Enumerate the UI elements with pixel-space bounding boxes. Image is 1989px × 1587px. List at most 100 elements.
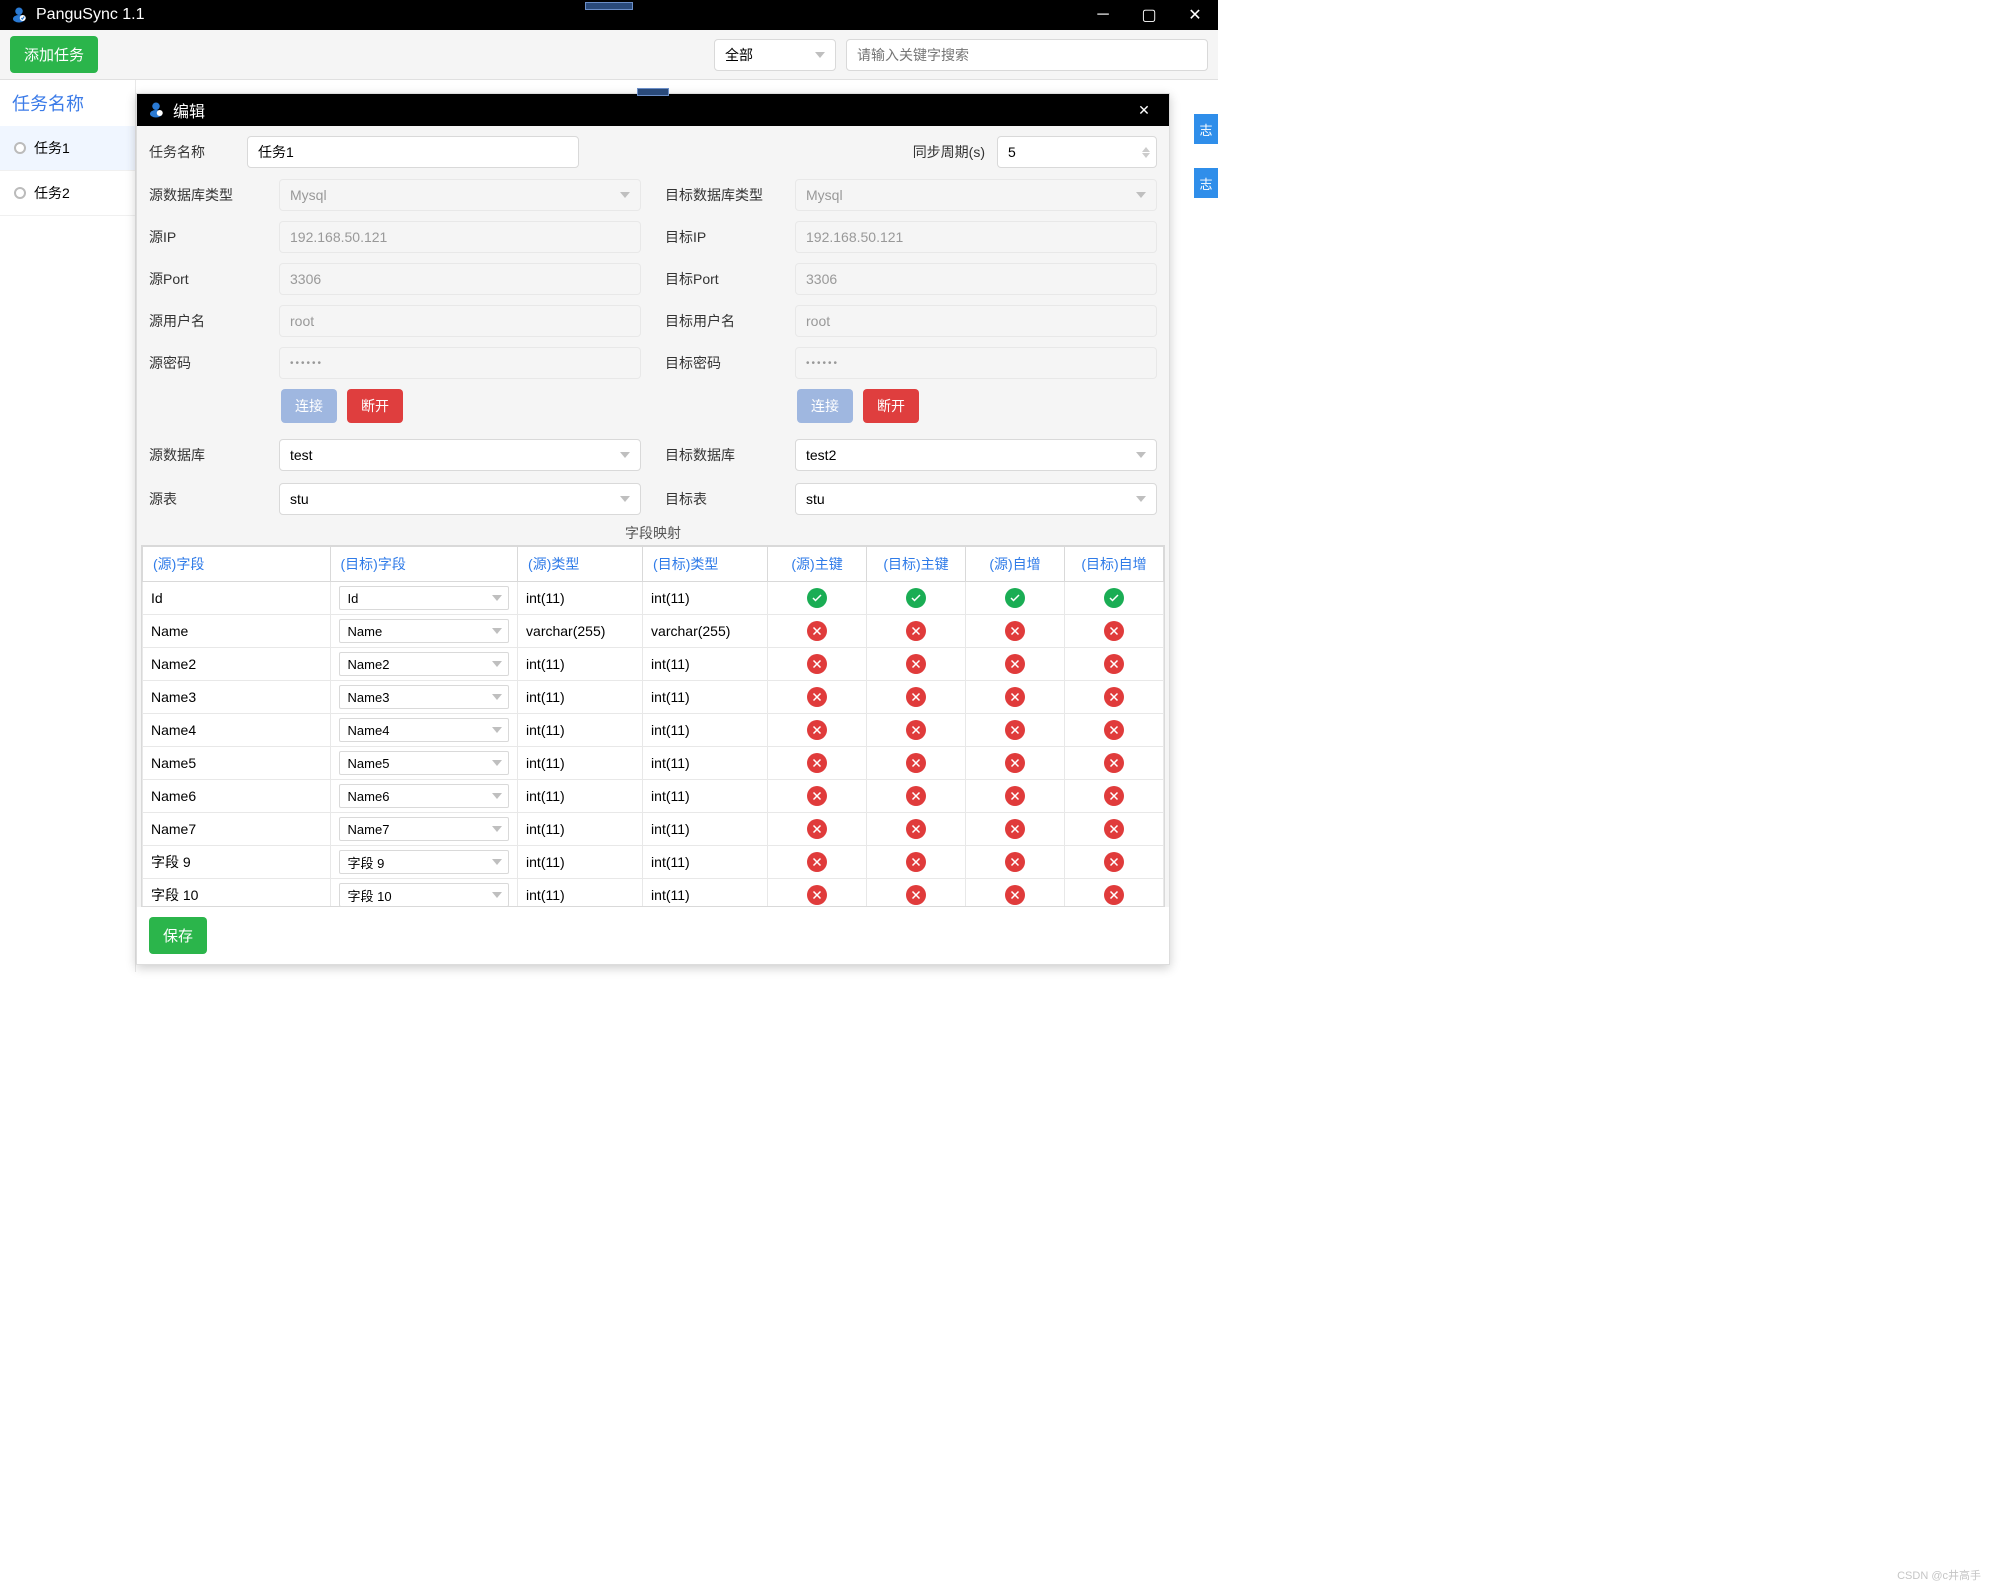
src-dbtype-label: 源数据库类型 — [149, 185, 267, 205]
search-input[interactable] — [846, 39, 1208, 71]
tgt-ai-cell — [1064, 813, 1163, 846]
tgt-dbtype-select[interactable]: Mysql — [795, 179, 1157, 211]
tgt-field-select[interactable]: Name — [339, 619, 510, 643]
tgt-field-select[interactable]: Name5 — [339, 751, 510, 775]
src-table-label: 源表 — [149, 489, 267, 509]
tgt-ai-cell — [1064, 747, 1163, 780]
src-dbtype-select[interactable]: Mysql — [279, 179, 641, 211]
filter-select[interactable]: 全部 — [714, 39, 836, 71]
src-ai-cell — [966, 813, 1065, 846]
close-icon[interactable]: ✕ — [1129, 102, 1159, 119]
edit-dialog: 编辑 ✕ 任务名称 同步周期(s) 5 源数据库类型Mysql 源IP192.1… — [136, 93, 1170, 965]
cross-icon — [1104, 621, 1124, 641]
tgt-table-label: 目标表 — [665, 489, 783, 509]
src-ip-input[interactable]: 192.168.50.121 — [279, 221, 641, 253]
tgt-field-select[interactable]: 字段 9 — [339, 850, 510, 874]
tgt-type-cell: int(11) — [643, 747, 768, 780]
tgt-field-select[interactable]: Name7 — [339, 817, 510, 841]
cross-icon — [1005, 621, 1025, 641]
cross-icon — [807, 819, 827, 839]
cross-icon — [807, 852, 827, 872]
src-disconnect-button[interactable]: 断开 — [347, 389, 403, 423]
mapping-section-title: 字段映射 — [137, 521, 1169, 545]
check-icon — [1005, 588, 1025, 608]
src-field-cell: Name6 — [143, 780, 331, 813]
task-status-icon — [14, 187, 26, 199]
cross-icon — [1005, 753, 1025, 773]
task-name-input[interactable] — [247, 136, 579, 168]
src-db-select[interactable]: test — [279, 439, 641, 471]
src-table-select[interactable]: stu — [279, 483, 641, 515]
src-port-label: 源Port — [149, 269, 267, 289]
src-port-input[interactable]: 3306 — [279, 263, 641, 295]
cross-icon — [906, 621, 926, 641]
log-button[interactable]: 志 — [1194, 114, 1218, 144]
src-connect-button[interactable]: 连接 — [281, 389, 337, 423]
src-type-cell: int(11) — [518, 681, 643, 714]
save-button[interactable]: 保存 — [149, 917, 207, 954]
tgt-field-select[interactable]: Name2 — [339, 652, 510, 676]
cross-icon — [906, 720, 926, 740]
tgt-table-select[interactable]: stu — [795, 483, 1157, 515]
spinner-up-icon[interactable] — [1142, 147, 1150, 152]
task-item[interactable]: 任务2 — [0, 171, 135, 216]
tgt-pwd-input[interactable] — [795, 347, 1157, 379]
src-ai-cell — [966, 681, 1065, 714]
src-db-label: 源数据库 — [149, 445, 267, 465]
tgt-pk-cell — [867, 681, 966, 714]
minimize-button[interactable]: ─ — [1080, 0, 1126, 30]
check-icon — [807, 588, 827, 608]
sync-period-input[interactable]: 5 — [997, 136, 1157, 168]
cross-icon — [807, 753, 827, 773]
sidebar: 任务名称 任务1任务2 — [0, 80, 136, 972]
tgt-db-select[interactable]: test2 — [795, 439, 1157, 471]
tgt-port-input[interactable]: 3306 — [795, 263, 1157, 295]
tgt-port-label: 目标Port — [665, 269, 783, 289]
task-label: 任务2 — [34, 183, 70, 203]
cross-icon — [1104, 786, 1124, 806]
sync-period-label: 同步周期(s) — [913, 142, 985, 162]
tgt-ip-input[interactable]: 192.168.50.121 — [795, 221, 1157, 253]
check-icon — [1104, 588, 1124, 608]
tgt-user-input[interactable]: root — [795, 305, 1157, 337]
maximize-button[interactable]: ▢ — [1126, 0, 1172, 30]
table-row: Name7 Name7 int(11) int(11) — [143, 813, 1164, 846]
cross-icon — [906, 654, 926, 674]
cross-icon — [807, 885, 827, 905]
tgt-field-select[interactable]: Name3 — [339, 685, 510, 709]
add-task-button[interactable]: 添加任务 — [10, 36, 98, 73]
tgt-pk-cell — [867, 780, 966, 813]
table-row: 字段 10 字段 10 int(11) int(11) — [143, 879, 1164, 908]
tgt-field-select[interactable]: Id — [339, 586, 510, 610]
tgt-field-select[interactable]: 字段 10 — [339, 883, 510, 907]
src-ai-cell — [966, 846, 1065, 879]
close-button[interactable]: ✕ — [1172, 0, 1218, 30]
spinner-down-icon[interactable] — [1142, 153, 1150, 158]
src-pwd-label: 源密码 — [149, 353, 267, 373]
cross-icon — [1104, 885, 1124, 905]
tgt-type-cell: int(11) — [643, 879, 768, 908]
tgt-field-select[interactable]: Name4 — [339, 718, 510, 742]
src-type-cell: int(11) — [518, 648, 643, 681]
task-item[interactable]: 任务1 — [0, 126, 135, 171]
src-ai-cell — [966, 582, 1065, 615]
drag-grip-icon — [585, 2, 633, 10]
table-row: Name5 Name5 int(11) int(11) — [143, 747, 1164, 780]
log-button[interactable]: 志 — [1194, 168, 1218, 198]
cross-icon — [1005, 720, 1025, 740]
src-type-cell: int(11) — [518, 747, 643, 780]
tgt-field-select[interactable]: Name6 — [339, 784, 510, 808]
src-type-cell: int(11) — [518, 846, 643, 879]
src-pk-cell — [768, 582, 867, 615]
filter-select-value: 全部 — [725, 45, 753, 65]
tgt-pk-cell — [867, 846, 966, 879]
tgt-connect-button[interactable]: 连接 — [797, 389, 853, 423]
src-field-cell: Name3 — [143, 681, 331, 714]
src-pwd-input[interactable] — [279, 347, 641, 379]
src-user-input[interactable]: root — [279, 305, 641, 337]
table-row: Name4 Name4 int(11) int(11) — [143, 714, 1164, 747]
tgt-disconnect-button[interactable]: 断开 — [863, 389, 919, 423]
tgt-db-label: 目标数据库 — [665, 445, 783, 465]
chevron-down-icon — [492, 727, 502, 733]
tgt-type-cell: int(11) — [643, 846, 768, 879]
